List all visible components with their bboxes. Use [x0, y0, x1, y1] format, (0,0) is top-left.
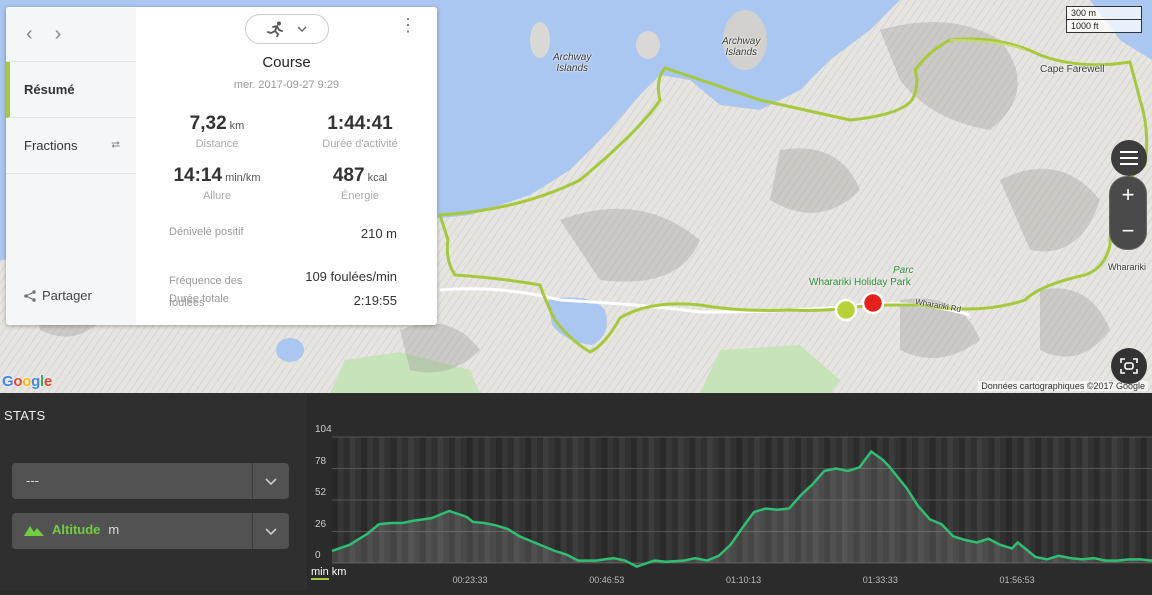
- share-icon: [24, 289, 36, 302]
- share-label: Partager: [42, 288, 92, 303]
- stat-selector-value: ---: [26, 473, 39, 488]
- detail-row-elevation-gain: Dénivelé positif 210 m: [169, 226, 397, 241]
- stats-title: STATS: [4, 408, 46, 423]
- activity-navigation: ‹ ›: [6, 7, 136, 62]
- map-label-wharariki: Wharariki: [1108, 262, 1147, 272]
- zoom-out-button[interactable]: −: [1110, 213, 1146, 249]
- stat-pace: 14:14 min/km Allure: [142, 165, 292, 202]
- island: [636, 31, 660, 59]
- stat-value: 7,32: [189, 113, 227, 134]
- fit-bounds-icon: [1120, 358, 1138, 374]
- sidebar-item-fractions[interactable]: Fractions ⮂: [6, 118, 136, 174]
- stat-label: Durée d'activité: [322, 138, 398, 150]
- y-tick-label: 26: [315, 518, 327, 530]
- zoom-controls: + −: [1109, 176, 1147, 250]
- google-logo: Google: [2, 373, 52, 390]
- stat-label: Distance: [195, 138, 239, 150]
- mountain-icon: [24, 526, 44, 536]
- stat-value: 487: [332, 165, 365, 186]
- stat-unit: kcal: [367, 172, 388, 184]
- stat-selector-label: Altitude: [52, 522, 101, 537]
- stat-label: Énergie: [341, 190, 379, 202]
- card-content: ⋮ Course mer. 2017-09-27 9:29 7,32 km Dis…: [136, 7, 437, 325]
- y-tick-label: 78: [315, 455, 327, 467]
- sport-type-selector[interactable]: [245, 14, 329, 44]
- stat-distance: 7,32 km Distance: [142, 113, 292, 150]
- altitude-chart[interactable]: 104 78 52 26 0 00:23:33 00:46:53 01:10:13 01:33…: [307, 393, 1152, 590]
- chevron-right-icon[interactable]: ›: [55, 23, 62, 46]
- menu-icon: [1111, 140, 1147, 176]
- chevron-down-icon: [252, 513, 289, 549]
- stat-label: Allure: [202, 190, 232, 202]
- activity-title: Course: [262, 54, 311, 71]
- map-label-cape-farewell: Cape Farewell: [1040, 64, 1105, 75]
- stats-panel: STATS --- Altitude m: [0, 393, 307, 590]
- chevron-down-icon: [252, 463, 289, 499]
- x-tick-label: 00:46:53: [589, 575, 625, 585]
- share-button[interactable]: Partager: [24, 288, 92, 303]
- stat-selector-1[interactable]: ---: [12, 463, 289, 499]
- map-label-holiday-park: Wharariki Holiday Park: [809, 277, 911, 288]
- stat-energy: 487 kcal Énergie: [285, 165, 435, 202]
- stat-value: 1:44:41: [327, 113, 393, 134]
- stat-unit: km: [229, 120, 245, 132]
- x-axis-unit-toggle[interactable]: min km: [311, 566, 347, 580]
- map-layers-button[interactable]: [1111, 140, 1147, 176]
- detail-row-total-duration: Durée totale 2:19:55: [169, 293, 397, 308]
- sidebar-item-label: Résumé: [24, 82, 75, 97]
- stat-value: 14:14: [173, 165, 223, 186]
- end-marker[interactable]: [861, 291, 885, 315]
- more-options-icon[interactable]: ⋮: [399, 16, 417, 34]
- detail-value: 2:19:55: [353, 293, 397, 308]
- start-marker[interactable]: [834, 298, 858, 322]
- activity-date: mer. 2017-09-27 9:29: [233, 79, 340, 91]
- x-tick-label: 01:56:53: [999, 575, 1035, 585]
- scale-imperial: 1000 ft: [1066, 20, 1142, 33]
- map-label-archway-islands: Archway Islands: [553, 52, 592, 74]
- stat-selector-2[interactable]: Altitude m: [12, 513, 289, 549]
- x-axis-unit-min[interactable]: min: [311, 566, 329, 580]
- map-label-archway-islands: Archway Islands: [722, 36, 761, 58]
- sidebar-item-label: Fractions: [24, 138, 78, 153]
- island: [530, 22, 550, 58]
- y-tick-label: 52: [315, 487, 327, 498]
- detail-value: 210 m: [360, 226, 397, 241]
- stat-duration: 1:44:41 Durée d'activité: [285, 113, 435, 150]
- zoom-in-button[interactable]: +: [1110, 177, 1146, 213]
- detail-label: Durée totale: [169, 293, 229, 305]
- activity-summary-card: ‹ › Résumé Fractions ⮂ Partager ⋮ Course…: [6, 7, 437, 325]
- scale-metric: 300 m: [1066, 6, 1142, 20]
- detail-row-cadence: Fréquence des foulées 109 foulées/min: [169, 248, 397, 325]
- detail-value: 109 foulées/min: [305, 269, 397, 284]
- altitude-chart-svg: [331, 436, 1152, 568]
- running-icon: [267, 21, 283, 37]
- fit-route-button[interactable]: [1111, 348, 1147, 384]
- x-tick-label: 01:33:33: [862, 575, 898, 585]
- sidebar-item-resume[interactable]: Résumé: [6, 62, 136, 118]
- stat-selector-unit: m: [108, 522, 120, 537]
- stat-unit: min/km: [225, 172, 261, 184]
- x-axis-unit-km[interactable]: km: [332, 566, 347, 578]
- link-icon: ⮂: [111, 139, 120, 151]
- pond: [276, 338, 304, 362]
- x-tick-label: 00:23:33: [452, 575, 488, 585]
- card-sidebar: ‹ › Résumé Fractions ⮂ Partager: [6, 7, 136, 325]
- y-tick-label: 104: [315, 424, 332, 435]
- x-tick-label: 01:10:13: [726, 575, 762, 585]
- map-scale: 300 m 1000 ft: [1066, 6, 1142, 33]
- chevron-down-icon: [297, 26, 307, 32]
- detail-label: Dénivelé positif: [169, 226, 244, 238]
- chevron-left-icon[interactable]: ‹: [26, 23, 33, 46]
- map-label-parc: Parc: [893, 265, 914, 276]
- y-tick-label: 0: [315, 550, 321, 561]
